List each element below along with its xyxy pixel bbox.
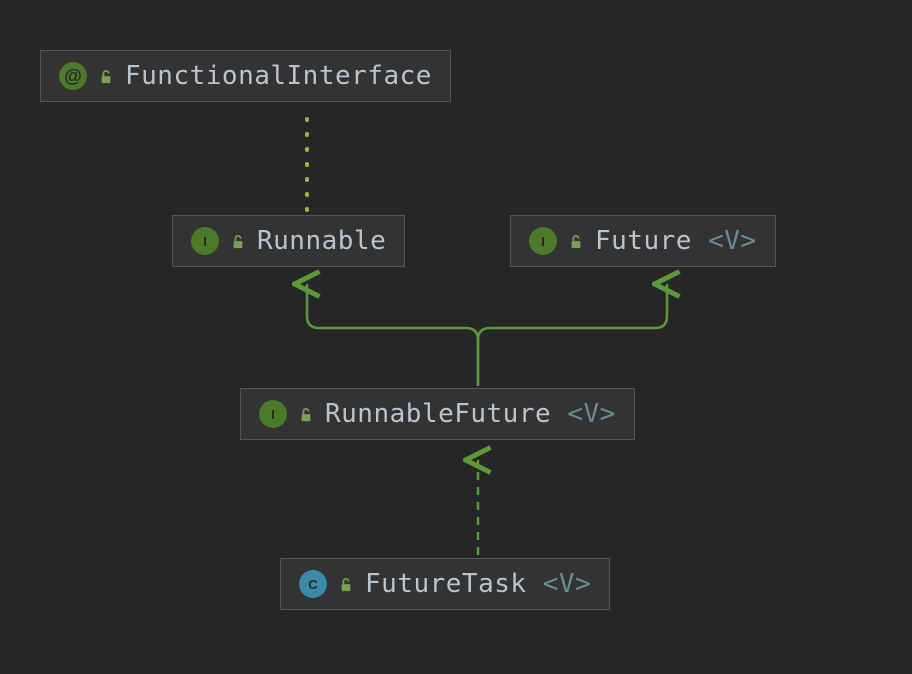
- lock-open-icon: [231, 235, 245, 249]
- interface-icon: I: [191, 227, 219, 255]
- node-label: FutureTask <V>: [365, 569, 591, 599]
- lock-open-icon: [299, 408, 313, 422]
- node-label: FunctionalInterface: [125, 61, 432, 91]
- class-icon: C: [299, 570, 327, 598]
- node-runnable[interactable]: I Runnable: [172, 215, 405, 267]
- node-future[interactable]: I Future <V>: [510, 215, 776, 267]
- edge-runnablefuture-to-future: [478, 284, 667, 386]
- node-functionalinterface[interactable]: @ FunctionalInterface: [40, 50, 451, 102]
- interface-icon: I: [529, 227, 557, 255]
- node-label: Future <V>: [595, 226, 757, 256]
- lock-open-icon: [99, 70, 113, 84]
- edge-runnablefuture-to-runnable: [307, 284, 478, 386]
- node-futuretask[interactable]: C FutureTask <V>: [280, 558, 610, 610]
- node-label: RunnableFuture <V>: [325, 399, 616, 429]
- lock-open-icon: [569, 235, 583, 249]
- lock-open-icon: [339, 578, 353, 592]
- interface-icon: I: [259, 400, 287, 428]
- node-label: Runnable: [257, 226, 386, 256]
- node-runnablefuture[interactable]: I RunnableFuture <V>: [240, 388, 635, 440]
- annotation-icon: @: [59, 62, 87, 90]
